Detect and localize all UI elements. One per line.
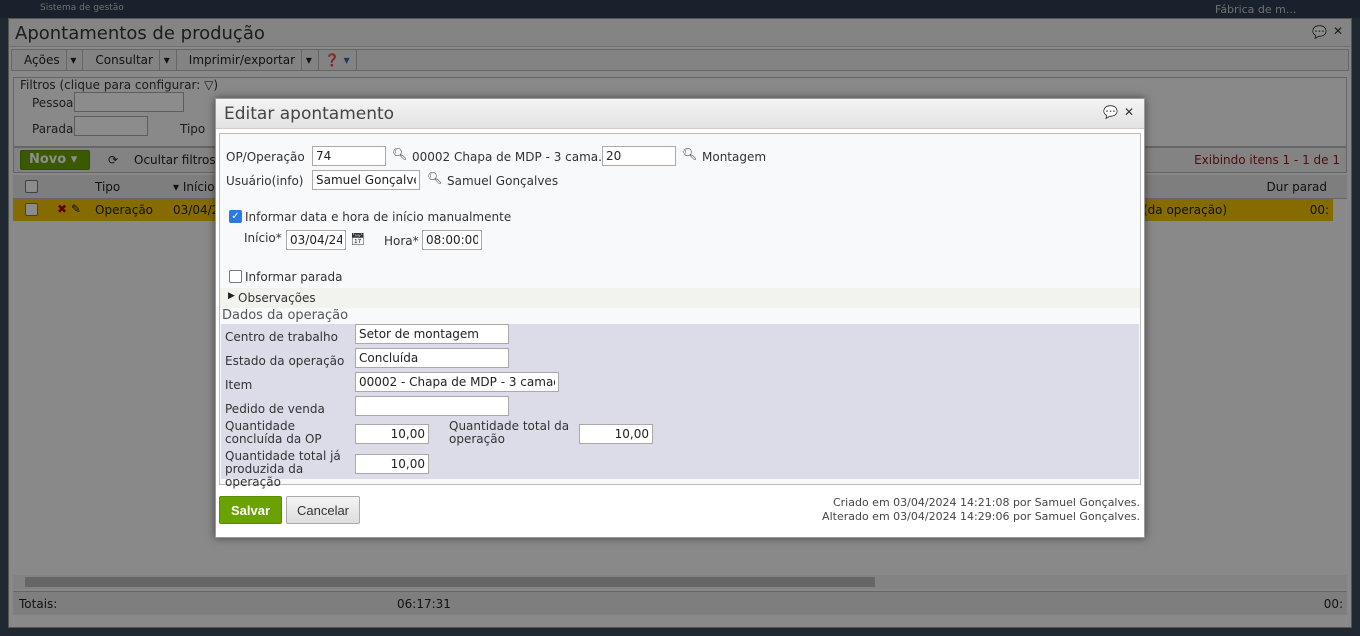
search-icon[interactable]: 🔍︎ bbox=[427, 171, 442, 185]
dialog-title: Editar apontamento bbox=[216, 99, 1144, 129]
caret-right-icon: ▶ bbox=[228, 291, 235, 301]
op-input[interactable] bbox=[312, 146, 386, 166]
parada-label: Informar parada bbox=[245, 270, 343, 284]
section-title: Dados da operação bbox=[222, 308, 349, 323]
parada-checkbox[interactable] bbox=[229, 270, 242, 283]
user-description: Samuel Gonçalves bbox=[447, 174, 559, 188]
audit-info: Criado em 03/04/2024 14:21:08 por Samuel… bbox=[822, 496, 1140, 524]
op-label: OP/Operação bbox=[226, 150, 305, 164]
inicio-label: Início* bbox=[244, 231, 282, 245]
op-description: 00002 Chapa de MDP - 3 cama... bbox=[412, 150, 610, 164]
save-button[interactable]: Salvar bbox=[219, 496, 282, 524]
operation-data-section: Centro de trabalho Estado da operação It… bbox=[221, 324, 1139, 489]
inicio-date-input[interactable] bbox=[286, 230, 346, 250]
created-info: Criado em 03/04/2024 14:21:08 por Samuel… bbox=[832, 496, 1140, 509]
centro-label: Centro de trabalho bbox=[225, 330, 338, 344]
item-label: Item bbox=[225, 378, 253, 392]
item-input[interactable] bbox=[355, 372, 559, 392]
user-label: Usuário(info) bbox=[226, 174, 304, 188]
altered-info: Alterado em 03/04/2024 14:29:06 por Samu… bbox=[822, 510, 1140, 523]
chat-icon[interactable]: 💬 bbox=[1103, 105, 1118, 119]
qt-input[interactable] bbox=[579, 424, 653, 444]
dialog-body: OP/Operação 🔍︎ 00002 Chapa de MDP - 3 ca… bbox=[219, 133, 1141, 489]
qc-label: Quantidade concluída da OP bbox=[225, 419, 322, 446]
estado-input[interactable] bbox=[355, 348, 509, 368]
pedido-input[interactable] bbox=[355, 396, 509, 416]
search-icon[interactable]: 🔍︎ bbox=[682, 147, 697, 161]
edit-dialog: Editar apontamento 💬 ✕ OP/Operação 🔍︎ 00… bbox=[215, 98, 1145, 538]
qp-label: Quantidade total já produzida da operaçã… bbox=[225, 449, 341, 489]
pedido-label: Pedido de venda bbox=[225, 402, 325, 416]
qt-label: Quantidade total da operação bbox=[449, 419, 570, 446]
qp-input[interactable] bbox=[355, 454, 429, 474]
hora-label: Hora* bbox=[384, 234, 419, 248]
manual-datetime-checkbox[interactable]: ✓ bbox=[229, 210, 242, 223]
cancel-button[interactable]: Cancelar bbox=[286, 496, 360, 524]
dialog-close-icon[interactable]: ✕ bbox=[1124, 105, 1134, 119]
estado-label: Estado da operação bbox=[225, 354, 345, 368]
centro-input[interactable] bbox=[355, 324, 509, 344]
hora-input[interactable] bbox=[422, 230, 482, 250]
operation-description: Montagem bbox=[702, 150, 767, 164]
operation-input[interactable] bbox=[602, 146, 676, 166]
search-icon[interactable]: 🔍︎ bbox=[392, 147, 407, 161]
user-input[interactable] bbox=[312, 170, 420, 190]
observacoes-toggle[interactable]: ▶ Observações bbox=[220, 288, 1140, 308]
qc-input[interactable] bbox=[355, 424, 429, 444]
calendar-icon[interactable]: 📅︎ bbox=[350, 232, 365, 246]
manual-datetime-label: Informar data e hora de início manualmen… bbox=[245, 210, 512, 224]
observacoes-label: Observações bbox=[238, 291, 316, 305]
